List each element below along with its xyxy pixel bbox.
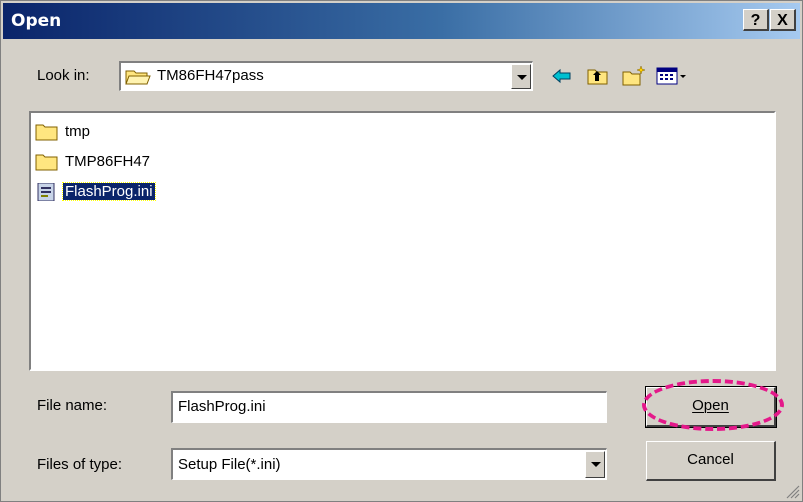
- create-new-folder-button[interactable]: [621, 64, 647, 88]
- resize-grip-icon[interactable]: [786, 485, 800, 499]
- back-arrow-icon: [552, 68, 571, 84]
- look-in-label-text: Look in:: [37, 67, 90, 84]
- look-in-value: TM86FH47pass: [157, 67, 264, 84]
- file-name-input-value: FlashProg.ini: [178, 398, 266, 415]
- cancel-button-label: Cancel: [687, 451, 734, 468]
- look-in-dropdown-arrow[interactable]: [511, 64, 531, 89]
- file-name: tmp: [65, 123, 91, 140]
- up-folder-icon: [587, 69, 608, 85]
- file-name: FlashProg.ini: [62, 182, 156, 201]
- file-name-label: File name:: [37, 397, 108, 414]
- folder-icon: [35, 154, 58, 171]
- view-menu-button[interactable]: [655, 64, 689, 88]
- ini-file-icon: [37, 183, 55, 201]
- close-button[interactable]: X: [770, 9, 796, 31]
- file-name-input[interactable]: FlashProg.ini: [171, 391, 607, 423]
- folder-icon: [35, 124, 58, 141]
- file-name: TMP86FH47: [65, 153, 151, 170]
- look-in-combo[interactable]: TM86FH47pass: [119, 61, 533, 91]
- files-of-type-combo[interactable]: Setup File(*.ini): [171, 448, 607, 480]
- cancel-button[interactable]: Cancel: [646, 441, 776, 481]
- help-button[interactable]: ?: [743, 9, 769, 31]
- view-menu-icon: [656, 67, 686, 85]
- files-of-type-value: Setup File(*.ini): [178, 456, 281, 473]
- open-dialog: Open ? X Look in: TM86FH47pass tmp TMP86…: [0, 0, 803, 502]
- open-button[interactable]: Open: [645, 386, 777, 428]
- open-button-label: Open: [692, 397, 729, 414]
- new-folder-icon: [622, 65, 646, 86]
- up-one-level-button[interactable]: [585, 64, 611, 88]
- dialog-title: Open: [11, 11, 62, 31]
- look-in-label: Look in:: [37, 67, 90, 84]
- folder-open-icon: [125, 70, 151, 85]
- files-of-type-label: Files of type:: [37, 456, 123, 473]
- file-list[interactable]: tmp TMP86FH47 FlashProg.ini: [29, 111, 776, 371]
- title-bar[interactable]: Open ? X: [3, 3, 800, 39]
- back-button[interactable]: [549, 64, 575, 88]
- files-of-type-dropdown-arrow[interactable]: [585, 451, 605, 478]
